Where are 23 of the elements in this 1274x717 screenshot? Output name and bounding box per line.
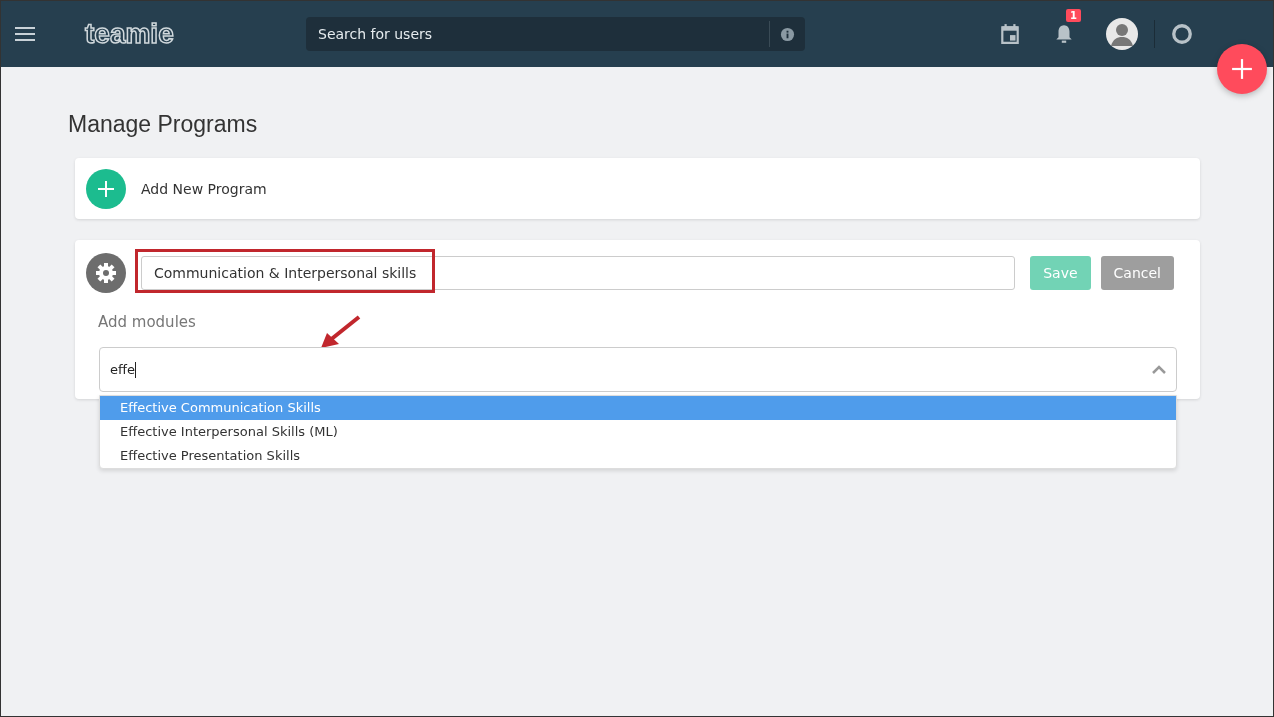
- search-field[interactable]: Search for users: [306, 17, 805, 51]
- module-option[interactable]: Effective Interpersonal Skills (ML): [100, 420, 1176, 444]
- bell-icon[interactable]: [1053, 23, 1075, 45]
- add-program-card[interactable]: Add New Program: [75, 158, 1200, 219]
- avatar-icon[interactable]: [1106, 18, 1138, 50]
- module-option[interactable]: Effective Presentation Skills: [100, 444, 1176, 468]
- logo[interactable]: teamie: [85, 18, 181, 50]
- plus-icon: [1231, 58, 1253, 80]
- info-icon[interactable]: [780, 26, 795, 42]
- settings-icon[interactable]: [86, 253, 126, 293]
- notification-badge: 1: [1066, 9, 1081, 22]
- chevron-icon[interactable]: [1152, 365, 1166, 374]
- calendar-icon[interactable]: [999, 23, 1021, 45]
- modules-label: Add modules: [98, 313, 197, 331]
- add-program-label: Add New Program: [141, 180, 267, 197]
- menu-icon[interactable]: [15, 26, 35, 42]
- page-title: Manage Programs: [68, 111, 259, 138]
- program-name-input[interactable]: Communication & Interpersonal skills: [141, 256, 1016, 290]
- annotation-arrow: [319, 314, 363, 350]
- add-fab[interactable]: [1217, 44, 1267, 94]
- lifebuoy-icon[interactable]: [1171, 23, 1193, 45]
- search-text: effe: [110, 362, 135, 377]
- modules-search-field[interactable]: effe: [99, 347, 1177, 392]
